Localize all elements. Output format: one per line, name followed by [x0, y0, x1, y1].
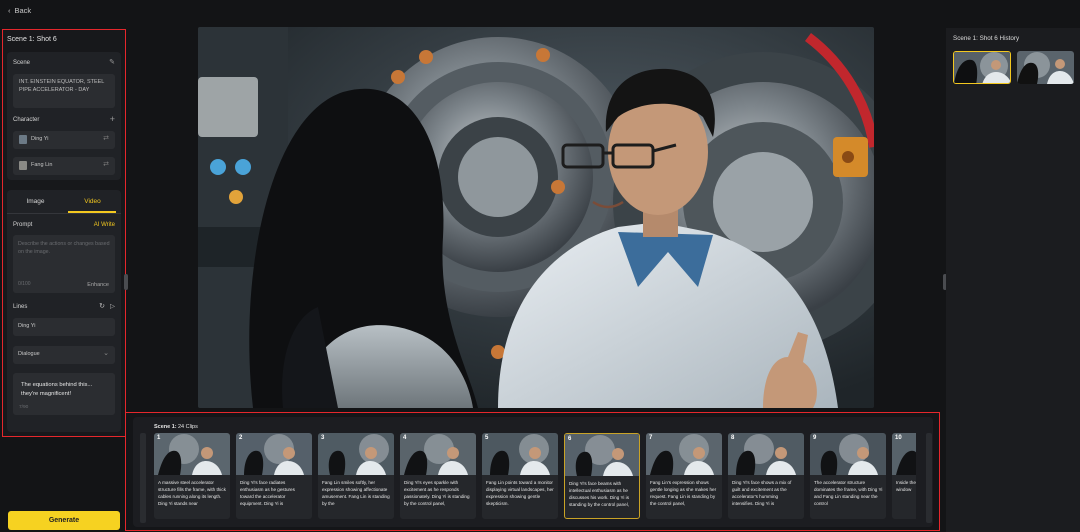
- clip-thumbnail: [236, 433, 312, 475]
- clip-description: Ding Yi's face radiates enthusiasm as he…: [240, 480, 295, 507]
- refresh-icon[interactable]: ↻: [99, 302, 105, 310]
- clip-thumbnail: [154, 433, 230, 475]
- clip-thumbnail: [400, 433, 476, 475]
- dialogue-input[interactable]: The equations behind this... they're mag…: [13, 373, 115, 415]
- character-name: Fang Lin: [31, 162, 53, 168]
- character-item-ding-yi[interactable]: Ding Yi ⇄: [13, 131, 115, 149]
- clip-number: 6: [568, 436, 572, 442]
- clip-thumbnail: [728, 433, 804, 475]
- clip-description: A massive steel accelerator structure fi…: [158, 480, 226, 507]
- clip-description: Fang Lin smiles softly, her expression s…: [322, 480, 390, 507]
- clip-number: 8: [731, 435, 735, 441]
- line-type-select[interactable]: Dialogue ⌄: [13, 346, 115, 364]
- line-type-value: Dialogue: [18, 351, 40, 357]
- clip-number: 4: [403, 435, 407, 441]
- dialogue-char-count: 7/90: [19, 405, 29, 410]
- clip-card[interactable]: 9 The accelerator structure dominates the…: [810, 433, 886, 519]
- panel-title: Scene 1: Shot 6: [7, 36, 57, 43]
- add-character-icon[interactable]: +: [110, 114, 115, 124]
- swap-icon[interactable]: ⇄: [103, 134, 109, 142]
- speaker-value: Ding Yi: [18, 323, 36, 329]
- history-title: Scene 1: Shot 6 History: [953, 35, 1020, 42]
- generate-button[interactable]: Generate: [8, 511, 120, 530]
- clip-description: Inside the accelerator landscape window: [896, 480, 916, 493]
- lines-label: Lines: [13, 304, 28, 310]
- prompt-placeholder: Describe the actions or changes based on…: [18, 241, 110, 255]
- play-icon[interactable]: ▷: [110, 302, 115, 310]
- clip-number: 1: [157, 435, 161, 441]
- resize-handle-left[interactable]: [124, 274, 128, 290]
- character-item-fang-lin[interactable]: Fang Lin ⇄: [13, 157, 115, 175]
- clip-thumbnail: [318, 433, 394, 475]
- tab-video[interactable]: Video: [64, 198, 121, 205]
- clip-description: Ding Yi's eyes sparkle with excitement a…: [404, 480, 470, 507]
- back-label: Back: [14, 6, 32, 15]
- scene-description[interactable]: INT. EINSTEIN EQUATOR, STEEL PIPE ACCELE…: [13, 74, 115, 108]
- history-thumbnail[interactable]: [953, 51, 1011, 84]
- clip-thumbnail: [810, 433, 886, 475]
- clip-card[interactable]: 10 Inside the accelerator landscape windo…: [892, 433, 916, 519]
- history-panel: Scene 1: Shot 6 History: [946, 28, 1080, 532]
- edit-icon[interactable]: ✎: [109, 58, 115, 66]
- speaker-select[interactable]: Ding Yi: [13, 318, 115, 336]
- clip-thumbnail: [646, 433, 722, 475]
- clip-number: 10: [895, 435, 902, 441]
- clip-number: 2: [239, 435, 243, 441]
- character-name: Ding Yi: [31, 136, 49, 142]
- chevron-down-icon: ⌄: [103, 350, 109, 357]
- clip-description: Ding Yi's face shows a mix of guilt and …: [732, 480, 792, 507]
- history-thumbnail[interactable]: [1017, 51, 1074, 84]
- back-button[interactable]: ‹ Back: [8, 6, 31, 15]
- clip-description: Ding Yi's face beams with intellectual e…: [569, 481, 630, 508]
- clip-thumbnail: [565, 434, 639, 476]
- scene-card: Scene ✎ INT. EINSTEIN EQUATOR, STEEL PIP…: [7, 52, 121, 180]
- scene-label: Scene: [13, 60, 31, 66]
- prompt-input[interactable]: Describe the actions or changes based on…: [13, 235, 115, 293]
- swap-icon[interactable]: ⇄: [103, 160, 109, 168]
- character-label: Character: [13, 117, 40, 123]
- clip-number: 3: [321, 435, 325, 441]
- enhance-button[interactable]: Enhance: [87, 282, 109, 288]
- divider: [7, 213, 121, 214]
- shot-preview-image: [198, 27, 874, 408]
- clip-description: Fang Lin's expression shows gentle longi…: [650, 480, 717, 507]
- ai-write-button[interactable]: AI Write: [94, 222, 115, 228]
- generation-card: Image Video Prompt AI Write Describe the…: [7, 190, 121, 432]
- prompt-char-count: 0/100: [18, 281, 31, 287]
- clip-number: 7: [649, 435, 653, 441]
- clip-card[interactable]: 4 Ding Yi's eyes sparkle with excitement …: [400, 433, 476, 519]
- avatar: [19, 135, 27, 144]
- clip-filmstrip: Scene 1: 24 Clips 1A massive steel accel…: [125, 412, 940, 531]
- clip-thumbnail: [482, 433, 558, 475]
- prompt-label: Prompt: [13, 222, 33, 228]
- dialogue-text: The equations behind this... they're mag…: [21, 382, 93, 397]
- clip-card[interactable]: 1 A massive steel accelerator structure f…: [154, 433, 230, 519]
- clip-description: Fang Lin points toward a monitor display…: [486, 480, 554, 507]
- clip-card[interactable]: 5 Fang Lin points toward a monitor displa…: [482, 433, 558, 519]
- clip-number: 5: [485, 435, 489, 441]
- clip-card[interactable]: 2 Ding Yi's face radiates enthusiasm as h…: [236, 433, 312, 519]
- clip-number: 9: [813, 435, 817, 441]
- shot-editor-panel: Scene 1: Shot 6 Scene ✎ INT. EINSTEIN EQ…: [2, 29, 126, 437]
- scroll-right-handle[interactable]: [926, 433, 932, 523]
- clip-list: 1 A massive steel accelerator structure f…: [126, 413, 916, 530]
- clip-card[interactable]: 8 Ding Yi's face shows a mix of guilt and…: [728, 433, 804, 519]
- clip-card[interactable]: 3 Fang Lin smiles softly, her expression …: [318, 433, 394, 519]
- tab-image[interactable]: Image: [7, 198, 64, 205]
- avatar: [19, 161, 27, 170]
- clip-description: The accelerator structure dominates the …: [814, 480, 883, 507]
- clip-card[interactable]: 7 Fang Lin's expression shows gentle long…: [646, 433, 722, 519]
- chevron-left-icon: ‹: [8, 6, 11, 15]
- clip-card[interactable]: 6 Ding Yi's face beams with intellectual …: [564, 433, 640, 519]
